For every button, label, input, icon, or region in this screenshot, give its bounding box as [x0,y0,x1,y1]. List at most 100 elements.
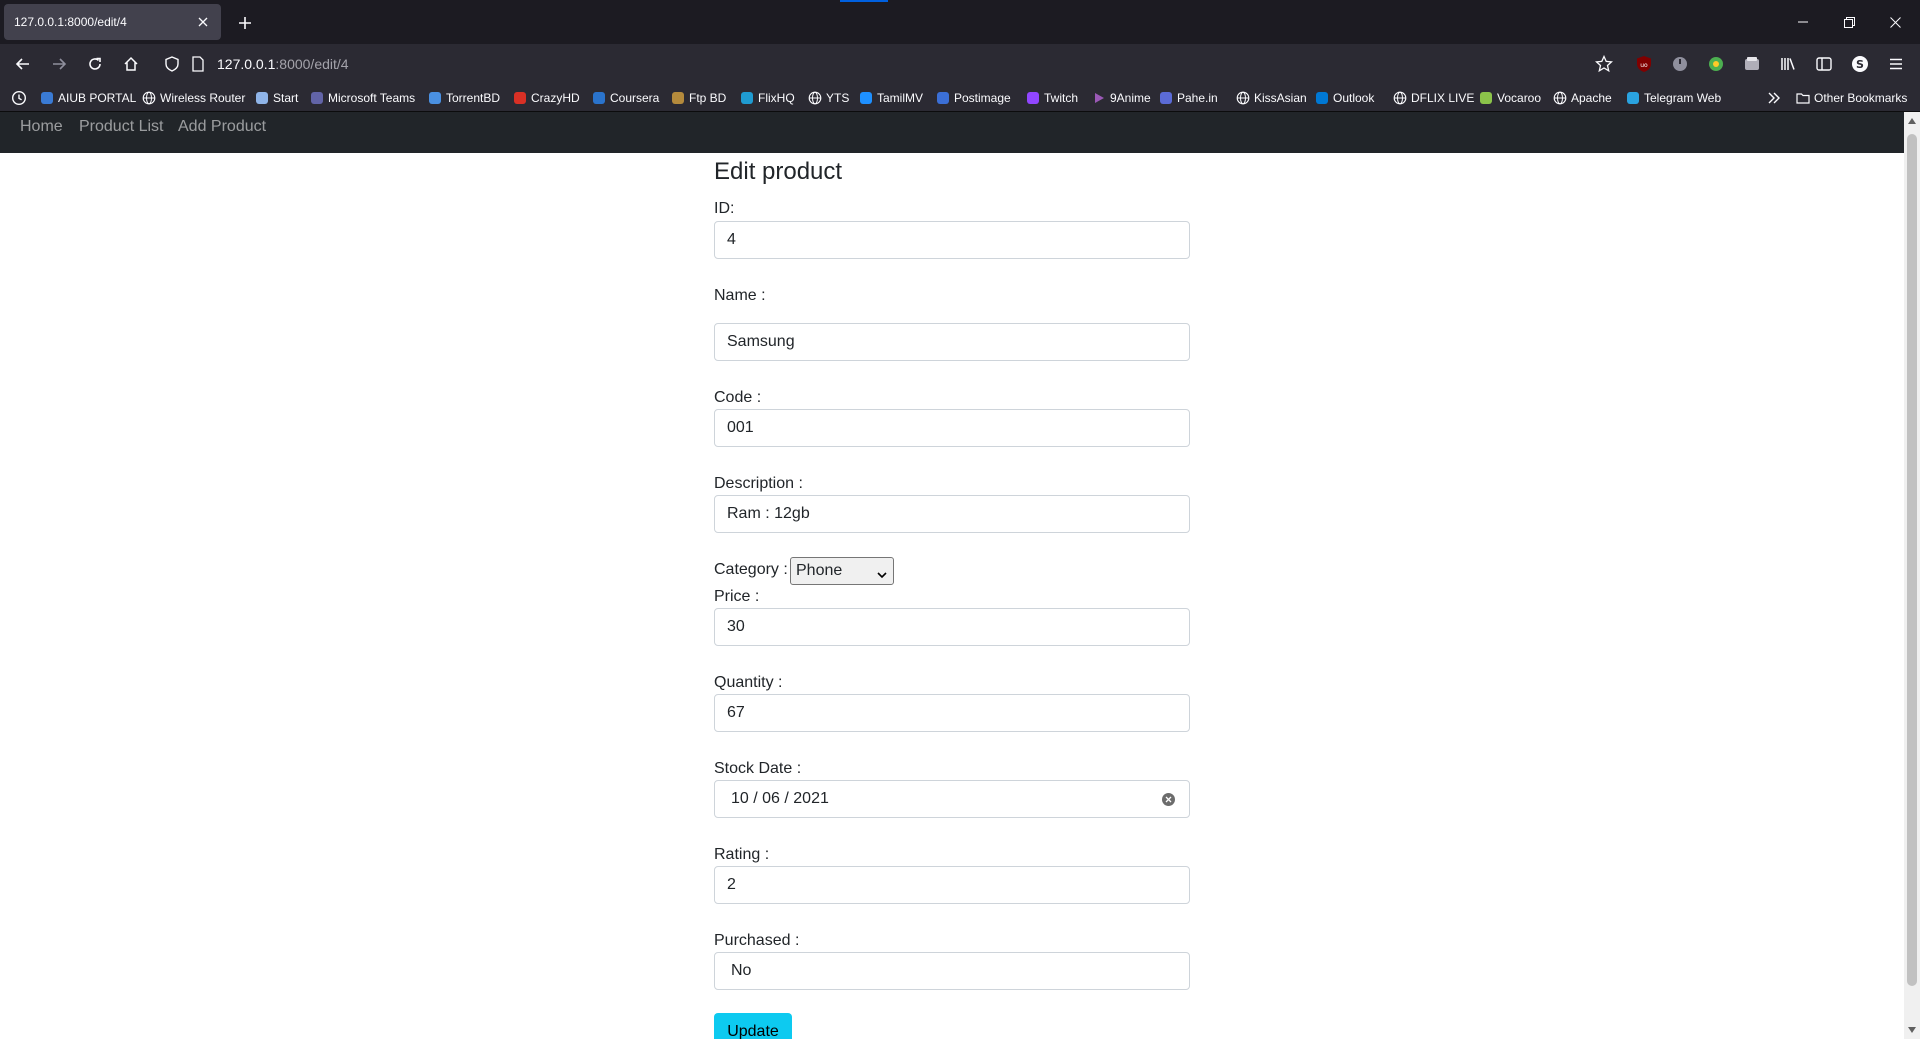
globe-icon [142,91,156,105]
page-info-icon[interactable] [191,56,205,77]
category-select[interactable]: Phone [790,557,894,585]
clear-date-icon[interactable] [1162,793,1175,806]
rating-input[interactable]: 2 [714,866,1190,904]
bookmark-item[interactable]: DFLIX LIVE [1393,89,1474,107]
nav-link-add-product[interactable]: Add Product [178,118,266,136]
hamburger-menu-icon[interactable] [1882,50,1910,78]
bookmark-item[interactable]: CrazyHD [513,89,580,107]
tracking-protection-shield-icon[interactable] [164,56,180,77]
extension-leaf-icon[interactable] [1702,50,1730,78]
home-icon[interactable] [117,50,145,78]
bookmark-item[interactable]: TorrentBD [428,89,500,107]
coursera-icon [592,91,606,105]
scroll-down-arrow-icon[interactable] [1907,1025,1917,1035]
library-icon[interactable] [1774,50,1802,78]
description-label: Description : [714,475,803,492]
bookmark-item[interactable]: Postimage [936,89,1011,107]
code-input[interactable]: 001 [714,409,1190,447]
minimize-window-icon[interactable] [1780,0,1826,44]
bookmark-star-icon[interactable] [1594,54,1614,78]
bookmark-item[interactable]: Outlook [1315,89,1374,107]
bookmarks-toolbar: AIUB PORTAL Wireless Router Start Microsoft… [0,84,1920,112]
url-path: :8000/edit/4 [275,56,349,72]
update-button[interactable]: Update [714,1013,792,1039]
other-bookmarks-label: Other Bookmarks [1814,91,1908,105]
ublock-badge-text: uo [1640,62,1648,69]
globe-icon [1236,91,1250,105]
description-input[interactable]: Ram : 12gb [714,495,1190,533]
bookmark-item[interactable]: FlixHQ [740,89,795,107]
bookmark-item[interactable]: Pahe.in [1159,89,1218,107]
shield-logo-icon [255,91,269,105]
bookmark-item[interactable]: Ftp BD [671,89,726,107]
bookmark-label: Vocaroo [1497,91,1542,105]
other-bookmarks-folder[interactable]: Other Bookmarks [1796,89,1907,107]
nav-link-home[interactable]: Home [20,118,63,136]
close-window-icon[interactable] [1872,0,1918,44]
bookmark-item[interactable]: KissAsian [1236,89,1307,107]
tab-drag-indicator [840,0,888,2]
sidebar-toggle-icon[interactable] [1810,50,1838,78]
bookmark-label: CrazyHD [531,91,580,105]
account-avatar-icon[interactable]: S [1846,50,1874,78]
bookmark-label: Apache [1571,91,1612,105]
close-tab-icon[interactable] [195,14,211,30]
bookmark-item[interactable]: Start [255,89,298,107]
bookmark-label: Microsoft Teams [328,91,416,105]
bookmark-label: TorrentBD [446,91,501,105]
code-value: 001 [727,419,754,436]
bookmark-item[interactable]: Coursera [592,89,659,107]
reload-icon[interactable] [81,50,109,78]
bookmark-label: Wireless Router [160,91,246,105]
globe-icon [808,91,822,105]
scroll-up-arrow-icon[interactable] [1907,116,1917,126]
restore-window-icon[interactable] [1826,0,1872,44]
bookmark-label: FlixHQ [758,91,795,105]
bookmark-item[interactable]: 9Anime [1092,89,1151,107]
history-clock-icon[interactable] [11,90,27,111]
bookmark-item[interactable]: TamilMV [859,89,923,107]
name-label: Name : [714,287,766,304]
back-arrow-icon[interactable] [9,50,37,78]
bookmark-item[interactable]: Microsoft Teams [310,89,415,107]
bookmark-item[interactable]: YTS [808,89,849,107]
pahe-icon [1159,91,1173,105]
purchased-value: No [731,962,752,979]
browser-tab[interactable]: 127.0.0.1:8000/edit/4 [4,4,221,40]
tab-title: 127.0.0.1:8000/edit/4 [14,15,127,29]
rating-label: Rating : [714,846,770,863]
outlook-icon [1315,91,1329,105]
url-bar[interactable]: 127.0.0.1:8000/edit/4 [160,48,1614,80]
vocaroo-icon [1479,91,1493,105]
account-initial: S [1856,58,1864,71]
extension-folder-icon[interactable] [1738,50,1766,78]
category-label: Category : [714,561,788,578]
bookmark-item[interactable]: Vocaroo [1479,89,1541,107]
name-input[interactable]: Samsung [714,323,1190,361]
bookmark-item[interactable]: Telegram Web [1626,89,1721,107]
play-circle-icon [740,91,754,105]
bookmark-item[interactable]: Apache [1553,89,1612,107]
bookmark-label: Outlook [1333,91,1375,105]
postimage-icon [936,91,950,105]
new-tab-icon[interactable] [234,12,256,34]
id-input[interactable]: 4 [714,221,1190,259]
quantity-input[interactable]: 67 [714,694,1190,732]
bookmark-item[interactable]: Wireless Router [142,89,245,107]
bookmark-label: Ftp BD [689,91,727,105]
bookmark-label: TamilMV [877,91,924,105]
stock-date-input[interactable]: 10 / 06 / 2021 [714,780,1190,818]
extension-power-icon[interactable] [1666,50,1694,78]
twitch-icon [1026,91,1040,105]
purchased-input[interactable]: No [714,952,1190,990]
forward-arrow-icon[interactable] [45,50,73,78]
ublock-origin-icon[interactable]: uo [1630,50,1658,78]
bookmark-item[interactable]: Twitch [1026,89,1078,107]
app-navbar: Home Product List Add Product [0,112,1904,153]
price-input[interactable]: 30 [714,608,1190,646]
more-bookmarks-chevron-icon[interactable] [1766,90,1782,111]
nav-link-product-list[interactable]: Product List [79,118,163,136]
scrollbar-thumb[interactable] [1907,134,1917,986]
page-scrollbar[interactable] [1904,112,1920,1039]
bookmark-item[interactable]: AIUB PORTAL [40,89,136,107]
